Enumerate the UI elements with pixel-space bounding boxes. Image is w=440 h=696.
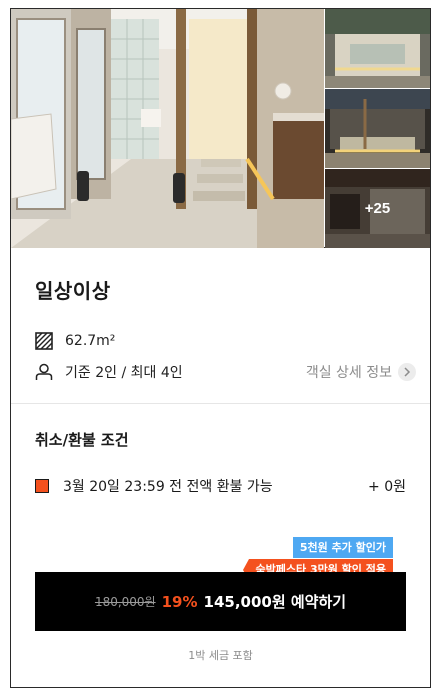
- reserve-button-label[interactable]: 145,000원 예약하기: [204, 591, 347, 612]
- refund-fee: + 0원: [368, 479, 406, 495]
- room-title: 일상이상: [35, 279, 111, 303]
- more-photos-count[interactable]: +25: [325, 169, 430, 248]
- refund-condition-text: 3월 20일 23:59 전 전액 환불 가능: [63, 479, 273, 495]
- extra-discount-badge: 5천원 추가 할인가: [292, 537, 393, 558]
- gallery-thumbnail-more[interactable]: +25: [325, 169, 430, 248]
- discount-rate: 19%: [161, 592, 198, 611]
- gallery-thumbnail[interactable]: [325, 89, 430, 168]
- refund-condition-row: 3월 20일 23:59 전 전액 환불 가능 + 0원: [35, 476, 406, 496]
- room-card: +25 일상이상 62.7m² 기준 2인 / 최대 4인 객실 상세 정보 취…: [10, 8, 431, 688]
- tax-note: 1박 세금 포함: [188, 649, 253, 662]
- chevron-right-icon[interactable]: [398, 363, 416, 381]
- capacity-spec: 기준 2인 / 최대 4인: [35, 362, 183, 382]
- room-detail-link-label[interactable]: 객실 상세 정보: [306, 362, 392, 382]
- area-spec: 62.7m²: [35, 332, 115, 350]
- gallery-thumbnail[interactable]: [325, 9, 430, 88]
- reserve-button[interactable]: 180,000원 19% 145,000원 예약하기: [35, 572, 406, 631]
- refund-square-icon: [35, 479, 49, 493]
- photo-gallery[interactable]: +25: [11, 9, 430, 248]
- section-divider: [11, 403, 430, 404]
- person-icon: [35, 363, 53, 381]
- room-detail-link[interactable]: 객실 상세 정보: [306, 362, 416, 382]
- main-room-photo[interactable]: [11, 9, 324, 248]
- area-value: 62.7m²: [65, 333, 116, 349]
- refund-section-title: 취소/환불 조건: [35, 431, 129, 449]
- capacity-value: 기준 2인 / 최대 4인: [65, 365, 183, 381]
- original-price: 180,000원: [94, 595, 156, 609]
- area-icon: [35, 332, 53, 350]
